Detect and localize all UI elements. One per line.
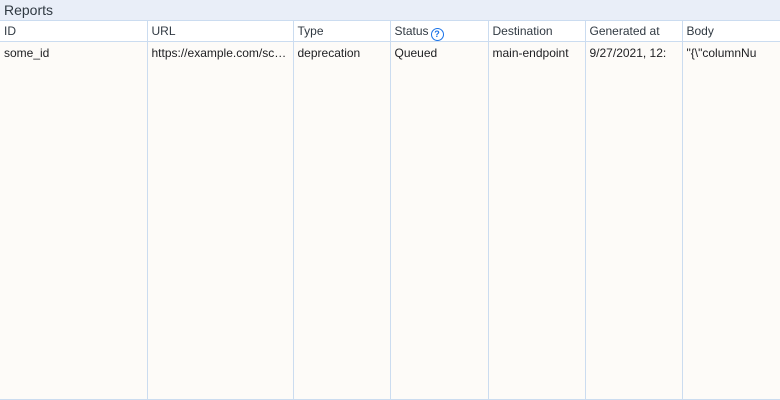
column-header-status-label: Status [394,24,429,38]
help-icon[interactable]: ? [430,28,444,41]
column-header-url[interactable]: URL [147,21,294,42]
cell-type: deprecation [293,41,391,63]
filler-cell [682,63,780,399]
cell-generated-at: 9/27/2021, 12: [585,41,683,63]
cell-destination: main-endpoint [488,41,586,63]
filler-cell [0,63,148,399]
filler-cell [488,63,586,399]
reports-grid: ID URL Type Status? Destination Generate… [0,20,780,400]
filler-cell [390,63,489,399]
column-header-status[interactable]: Status? [390,21,489,42]
table-header-row: ID URL Type Status? Destination Generate… [0,21,780,42]
filler-cell [147,63,294,399]
table-row[interactable]: some_id https://example.com/script.js de… [0,41,780,63]
column-header-id[interactable]: ID [0,21,148,42]
column-header-body[interactable]: Body [682,21,780,42]
filler-row [0,63,780,399]
reports-table: ID URL Type Status? Destination Generate… [0,21,780,399]
cell-url: https://example.com/script.js [147,41,294,63]
column-header-type[interactable]: Type [293,21,391,42]
column-header-destination[interactable]: Destination [488,21,586,42]
reports-panel: Reports ID URL Type Status? Destination … [0,0,780,400]
panel-title: Reports [0,0,780,20]
cell-body: "{\"columnNu [686,46,757,60]
cell-id: some_id [0,41,148,63]
filler-cell [585,63,683,399]
filler-cell [293,63,391,399]
cell-status: Queued [390,41,489,63]
column-header-generated-at[interactable]: Generated at [585,21,683,42]
